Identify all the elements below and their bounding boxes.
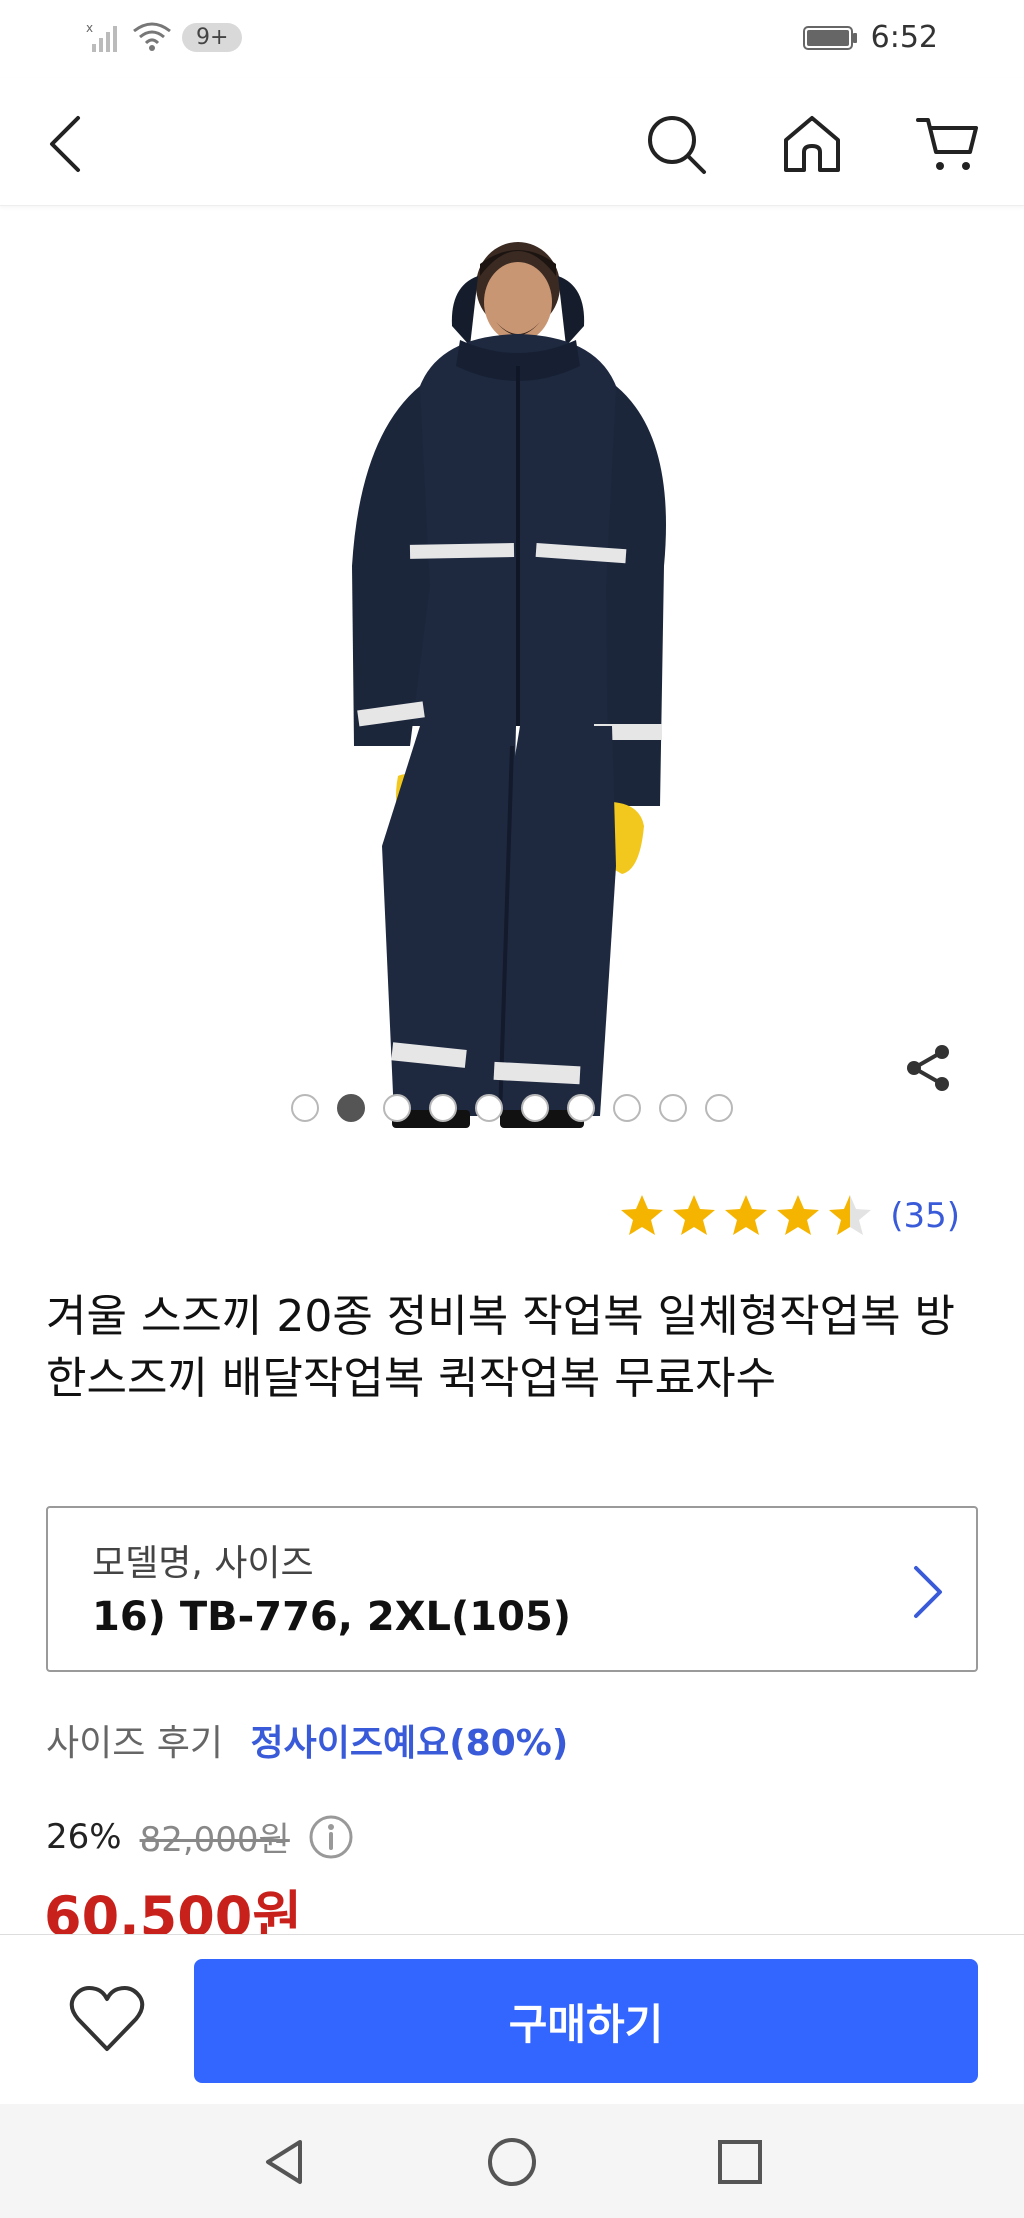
battery-icon: [802, 25, 857, 50]
top-app-bar: [0, 78, 1024, 206]
status-right: 6:52: [802, 20, 938, 55]
gallery-dot[interactable]: [383, 1094, 411, 1122]
cart-button[interactable]: [912, 108, 984, 180]
heart-icon[interactable]: [68, 1983, 146, 2055]
discount-rate: 26%: [46, 1816, 122, 1857]
gallery-dot[interactable]: [521, 1094, 549, 1122]
option-value: 16) TB-776, 2XL(105): [92, 1594, 572, 1640]
nav-recent-icon[interactable]: [712, 2134, 768, 2190]
star-icon: [777, 1195, 820, 1235]
option-selector[interactable]: 모델명, 사이즈 16) TB-776, 2XL(105): [46, 1506, 978, 1672]
share-icon[interactable]: [900, 1040, 956, 1096]
size-review-label: 사이즈 후기: [46, 1723, 224, 1764]
notification-badge: 9+: [182, 22, 243, 52]
product-title: 겨울 스즈끼 20종 정비복 작업복 일체형작업복 방한스즈끼 배달작업복 퀵작…: [46, 1291, 956, 1404]
gallery-dot[interactable]: [659, 1094, 687, 1122]
signal-icon: x: [86, 21, 117, 52]
info-icon[interactable]: [308, 1814, 354, 1860]
rating[interactable]: (35): [618, 1192, 960, 1240]
gallery-dot[interactable]: [475, 1094, 503, 1122]
product-image[interactable]: [0, 206, 1024, 1156]
back-icon: [50, 116, 80, 172]
star-icon: [621, 1195, 664, 1235]
status-bar: x 9+ 6:52: [0, 0, 1024, 78]
wifi-icon: [133, 22, 171, 51]
gallery-dot[interactable]: [705, 1094, 733, 1122]
gallery-dot[interactable]: [337, 1094, 365, 1122]
gallery-pagination: [0, 1094, 1024, 1122]
clock: 6:52: [870, 20, 938, 55]
cart-icon: [916, 118, 978, 170]
chevron-right-icon: [914, 1566, 942, 1618]
size-review: 사이즈 후기 정사이즈예요(80%): [46, 1714, 568, 1766]
star-icon: [725, 1195, 768, 1235]
nav-home-icon[interactable]: [484, 2134, 540, 2190]
rating-stars: [618, 1192, 874, 1240]
gallery-dot[interactable]: [567, 1094, 595, 1122]
gallery-dot[interactable]: [429, 1094, 457, 1122]
nav-back-icon[interactable]: [256, 2134, 312, 2190]
gallery-dot[interactable]: [613, 1094, 641, 1122]
size-review-value[interactable]: 정사이즈예요(80%): [251, 1723, 569, 1764]
product-photo: [352, 242, 666, 1128]
star-icon: [673, 1195, 716, 1235]
svg-text:x: x: [86, 21, 93, 35]
gallery-dot[interactable]: [291, 1094, 319, 1122]
rating-count[interactable]: (35): [890, 1196, 960, 1236]
bottom-action-bar: 구매하기: [0, 1934, 1024, 2104]
back-button[interactable]: [30, 108, 102, 180]
home-button[interactable]: [776, 108, 848, 180]
system-nav-bar: [0, 2104, 1024, 2218]
option-label: 모델명, 사이즈: [92, 1543, 314, 1584]
search-button[interactable]: [640, 108, 712, 180]
search-icon: [648, 116, 706, 174]
price-discount-row: 26% 82,000원: [46, 1812, 354, 1861]
original-price: 82,000원: [139, 1820, 290, 1860]
home-icon: [784, 116, 840, 172]
buy-button[interactable]: 구매하기: [194, 1959, 978, 2083]
status-left: x 9+: [86, 20, 243, 54]
star-icon: [829, 1195, 872, 1235]
